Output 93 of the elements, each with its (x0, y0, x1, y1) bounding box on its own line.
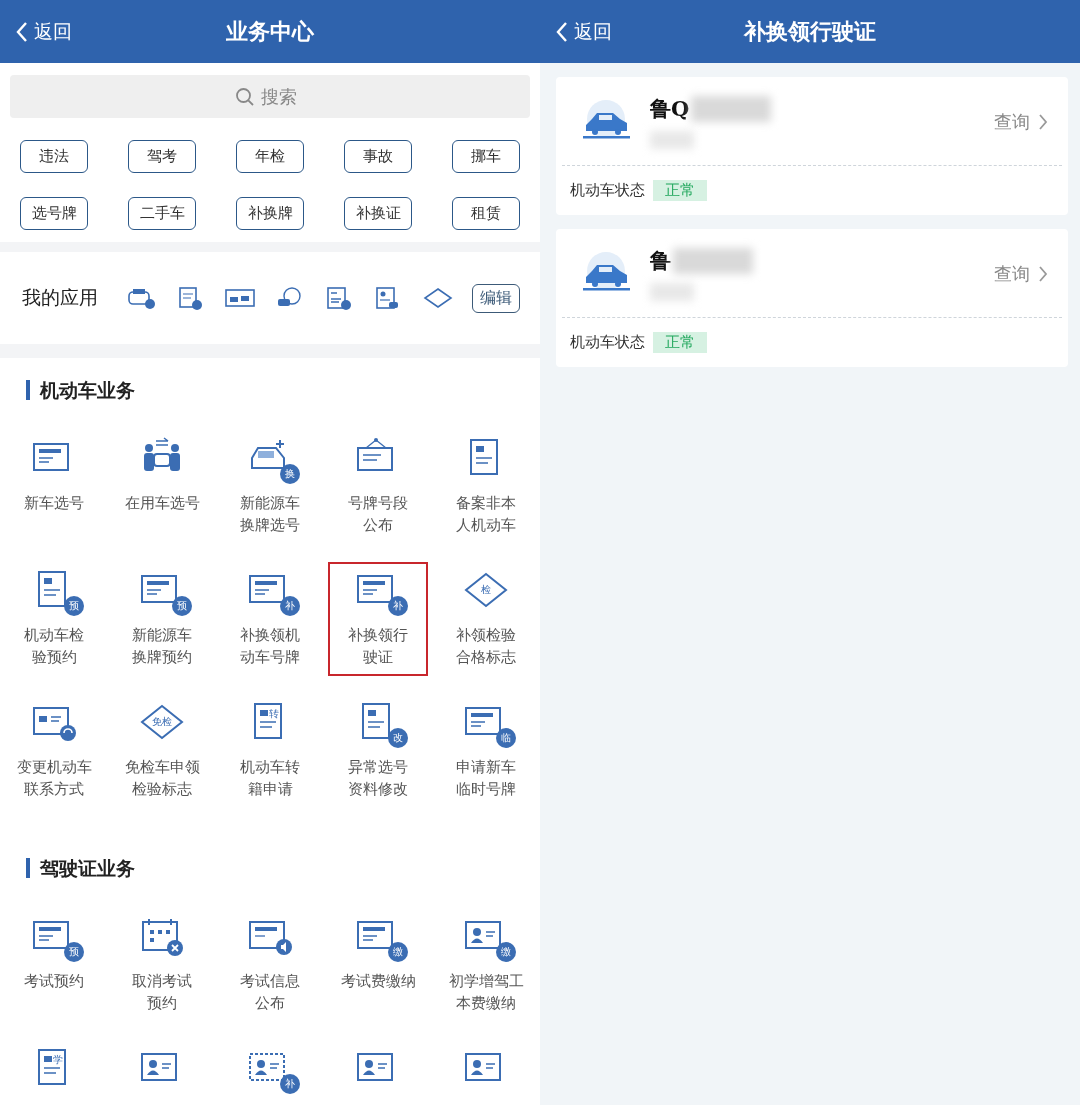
service-item[interactable]: 号牌号段公布 (328, 430, 428, 544)
service-item[interactable]: 改 异常选号资料修改 (328, 694, 428, 808)
service-label: 备案非本人机动车 (456, 493, 516, 536)
service-label: 考试信息公布 (240, 971, 300, 1014)
service-item[interactable]: 换 新能源车换牌选号 (220, 430, 320, 544)
category-tag[interactable]: 事故 (344, 140, 412, 173)
chevron-right-icon (1038, 113, 1048, 131)
icon-badge: 缴 (388, 942, 408, 962)
service-item[interactable]: 学 (4, 1040, 104, 1098)
service-item[interactable]: 缴 初学增驾工本费缴纳 (436, 908, 536, 1022)
category-tag[interactable]: 二手车 (128, 197, 196, 230)
service-item[interactable]: 取消考试预约 (112, 908, 212, 1022)
service-item[interactable]: 补 补换领行驶证 (328, 562, 428, 676)
icon-text: 转 (269, 708, 279, 720)
page-title: 业务中心 (226, 17, 314, 46)
back-label: 返回 (574, 18, 612, 44)
back-button[interactable]: 返回 (0, 18, 72, 45)
service-item[interactable]: 考试信息公布 (220, 908, 320, 1022)
service-item[interactable]: 缴 考试费缴纳 (328, 908, 428, 1022)
service-item[interactable]: 转 机动车转籍申请 (220, 694, 320, 808)
search-field[interactable]: 搜索 (261, 86, 305, 107)
service-item[interactable]: 预 新能源车换牌预约 (112, 562, 212, 676)
icon-badge: 临 (496, 728, 516, 748)
icon-text: 学 (53, 1054, 63, 1066)
status-label: 机动车状态 (570, 333, 645, 352)
service-label: 新车选号 (24, 493, 84, 514)
service-label: 变更机动车联系方式 (16, 757, 92, 800)
vehicle-card[interactable]: 鲁 查询 机动车状态 正常 (556, 229, 1068, 367)
service-label: 考试费缴纳 (340, 971, 416, 992)
service-item[interactable]: 新车选号 (4, 430, 104, 544)
service-item[interactable]: 免检 免检车申领检验标志 (112, 694, 212, 808)
service-label: 在用车选号 (124, 493, 200, 514)
status-tag: 正常 (653, 332, 707, 353)
icon-text: 免检 (152, 716, 172, 728)
icon-badge: 补 (388, 596, 408, 616)
icon-badge: 预 (172, 596, 192, 616)
cars-card-icon (224, 286, 255, 310)
service-item[interactable]: 预 考试预约 (4, 908, 104, 1022)
icon-badge: 预 (64, 596, 84, 616)
service-label: 补换领行驶证 (348, 625, 408, 668)
category-tag[interactable]: 驾考 (128, 140, 196, 173)
service-item[interactable]: 备案非本人机动车 (436, 430, 536, 544)
service-label: 补领检验合格标志 (456, 625, 516, 668)
service-label: 考试预约 (24, 971, 84, 992)
service-label: 初学增驾工本费缴纳 (448, 971, 524, 1014)
back-label: 返回 (34, 18, 72, 44)
query-link[interactable]: 查询 (994, 110, 1038, 134)
service-label: 号牌号段公布 (348, 493, 408, 536)
service-label: 机动车转籍申请 (240, 757, 300, 800)
icon-badge: 改 (388, 728, 408, 748)
category-tag[interactable]: 年检 (236, 140, 304, 173)
service-item[interactable]: 临 申请新车临时号牌 (436, 694, 536, 808)
status-label: 机动车状态 (570, 181, 645, 200)
chevron-right-icon (1038, 265, 1048, 283)
category-tag[interactable]: 选号牌 (20, 197, 88, 230)
edit-button[interactable]: 编辑 (472, 283, 520, 313)
category-tag[interactable]: 租赁 (452, 197, 520, 230)
service-label: 免检车申领检验标志 (124, 757, 200, 800)
service-item[interactable]: 变更机动车联系方式 (4, 694, 104, 808)
service-label: 异常选号资料修改 (348, 757, 408, 800)
back-chevron-icon (556, 20, 568, 43)
icon-badge: 换 (280, 464, 300, 484)
service-item[interactable]: 检 补领检验合格标志 (436, 562, 536, 676)
icon-badge: 缴 (496, 942, 516, 962)
icon-badge: 补 (280, 1074, 300, 1094)
my-apps-title: 我的应用 (22, 285, 98, 310)
diamond-icon (422, 286, 453, 310)
service-label: 申请新车临时号牌 (456, 757, 516, 800)
category-tag[interactable]: 补换证 (344, 197, 412, 230)
service-label: 机动车检验预约 (24, 625, 84, 668)
plate-number: 鲁 (650, 247, 671, 275)
service-item[interactable]: 预 机动车检验预约 (4, 562, 104, 676)
search-icon (235, 86, 255, 107)
icon-badge: 预 (64, 942, 84, 962)
service-item[interactable]: 补 补换领机动车号牌 (220, 562, 320, 676)
plate-number: 鲁Q (650, 95, 690, 123)
service-label: 取消考试预约 (132, 971, 192, 1014)
page-title: 补换领行驶证 (744, 17, 876, 46)
category-tag[interactable]: 违法 (20, 140, 88, 173)
back-button[interactable]: 返回 (540, 18, 612, 45)
back-chevron-icon (16, 20, 28, 43)
vehicle-card[interactable]: 鲁Q 查询 机动车状态 正常 (556, 77, 1068, 215)
service-item[interactable]: 在用车选号 (112, 430, 212, 544)
category-tag[interactable]: 挪车 (452, 140, 520, 173)
icon-text: 检 (481, 584, 491, 596)
query-link[interactable]: 查询 (994, 262, 1038, 286)
service-label: 新能源车换牌选号 (240, 493, 300, 536)
service-label: 新能源车换牌预约 (132, 625, 192, 668)
service-item[interactable]: 补 (220, 1040, 320, 1098)
category-tag[interactable]: 补换牌 (236, 197, 304, 230)
service-label: 补换领机动车号牌 (240, 625, 300, 668)
status-tag: 正常 (653, 180, 707, 201)
icon-badge: 补 (280, 596, 300, 616)
